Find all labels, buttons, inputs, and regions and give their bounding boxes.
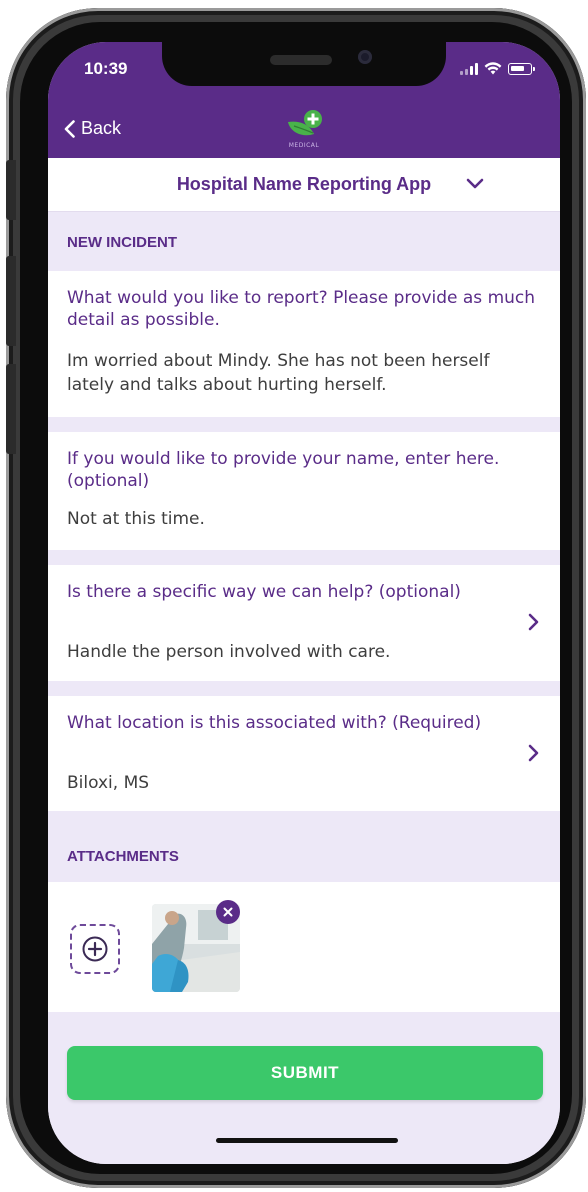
name-field[interactable]: If you would like to provide your name, … — [48, 432, 560, 550]
plus-circle-icon — [82, 936, 108, 962]
field-question: What would you like to report? Please pr… — [67, 288, 536, 330]
status-time: 10:39 — [84, 59, 128, 78]
wifi-icon — [484, 62, 502, 75]
report-details-field[interactable]: What would you like to report? Please pr… — [48, 271, 560, 417]
field-answer: Biloxi, MS — [67, 773, 150, 793]
field-question: What location is this associated with? (… — [67, 713, 482, 733]
mute-switch — [6, 160, 16, 220]
app-screen: 10:39 Back MEDICAL Hospital Name Reporti… — [48, 42, 560, 1164]
field-answer: Im worried about Mindy. She has not been… — [67, 351, 490, 395]
chevron-left-icon — [64, 119, 75, 138]
logo-text: MEDICAL — [288, 142, 320, 149]
chevron-right-icon — [528, 744, 539, 762]
front-camera — [358, 50, 372, 64]
signal-icon — [460, 63, 478, 75]
back-label: Back — [81, 118, 122, 138]
home-indicator[interactable] — [216, 1138, 398, 1143]
field-answer: Handle the person involved with care. — [67, 642, 391, 662]
submit-button[interactable]: SUBMIT — [67, 1046, 543, 1100]
section-label-attachments: ATTACHMENTS — [48, 812, 560, 882]
volume-up-button — [6, 256, 16, 346]
battery-icon — [508, 63, 535, 75]
location-field[interactable]: What location is this associated with? (… — [48, 696, 560, 811]
top-bar: 10:39 Back MEDICAL — [48, 42, 560, 158]
add-attachment-button[interactable] — [70, 924, 120, 974]
speaker-grille — [270, 55, 332, 65]
status-icons — [460, 62, 535, 75]
chevron-down-icon — [466, 178, 484, 189]
remove-attachment-button[interactable] — [216, 900, 240, 924]
chevron-right-icon — [528, 613, 539, 631]
section-label-new-incident: NEW INCIDENT — [48, 213, 560, 271]
app-title-dropdown[interactable]: Hospital Name Reporting App — [48, 158, 560, 212]
field-question: Is there a specific way we can help? (op… — [67, 582, 461, 602]
notch — [162, 42, 446, 86]
close-icon — [223, 907, 233, 917]
medical-leaf-cross-icon: MEDICAL — [280, 108, 328, 150]
field-answer: Not at this time. — [67, 509, 205, 529]
help-preference-field[interactable]: Is there a specific way we can help? (op… — [48, 565, 560, 681]
back-button[interactable]: Back — [64, 118, 121, 139]
footer: SUBMIT — [48, 1012, 560, 1164]
field-question: If you would like to provide your name, … — [67, 449, 500, 491]
app-title: Hospital Name Reporting App — [176, 174, 432, 194]
attachments-panel — [48, 882, 560, 1012]
volume-down-button — [6, 364, 16, 454]
